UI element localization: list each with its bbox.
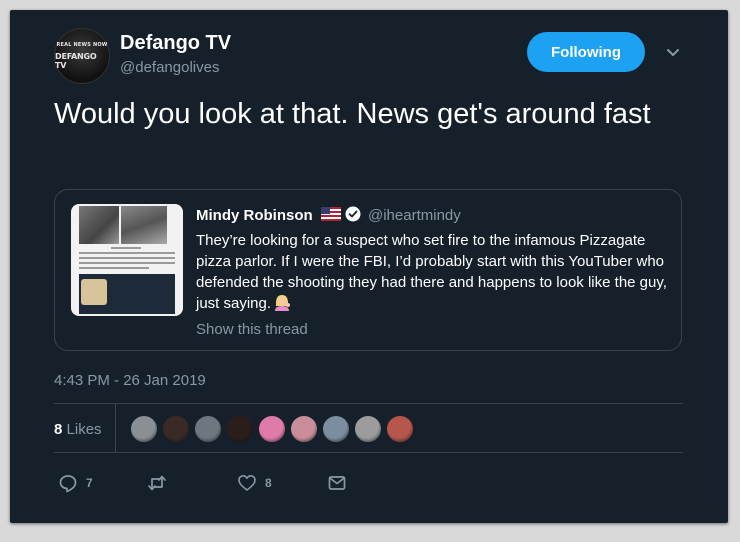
verified-badge-icon — [345, 206, 361, 222]
likes-count[interactable]: 8 Likes — [54, 421, 102, 438]
liker-avatar[interactable] — [290, 415, 318, 443]
liker-avatar[interactable] — [322, 415, 350, 443]
avatar-main-text: DEFANGO TV — [55, 52, 97, 70]
us-flag-icon — [321, 207, 341, 221]
mail-icon — [328, 476, 346, 490]
quoted-tweet[interactable]: Mindy Robinson @iheartmindy They’re look… — [54, 189, 682, 351]
retweet-icon — [148, 475, 166, 491]
like-action[interactable]: 8 — [237, 473, 272, 493]
quoted-tweet-image[interactable] — [71, 204, 183, 316]
tweet-text: Would you look at that. News get's aroun… — [54, 98, 651, 130]
likes-number: 8 — [54, 421, 63, 438]
thumbnail-text-line — [111, 247, 141, 249]
thumbnail-text-line — [79, 257, 175, 259]
thumbnail-text-line — [79, 267, 149, 269]
woman-tipping-hand-emoji — [275, 295, 291, 311]
liker-avatar[interactable] — [354, 415, 382, 443]
quoted-author-handle[interactable]: @iheartmindy — [368, 207, 461, 224]
thumbnail-text-line — [79, 262, 175, 264]
liker-avatar[interactable] — [194, 415, 222, 443]
quoted-author-name[interactable]: Mindy Robinson — [196, 207, 313, 224]
divider — [54, 452, 683, 453]
reply-count: 7 — [86, 476, 93, 490]
author-handle[interactable]: @defangolives — [120, 59, 219, 76]
author-avatar[interactable]: REAL NEWS NOW DEFANGO TV — [54, 28, 110, 84]
tweet-card: REAL NEWS NOW DEFANGO TV Defango TV @def… — [10, 10, 728, 523]
following-button[interactable]: Following — [527, 32, 645, 72]
reply-icon — [59, 475, 77, 493]
likes-separator — [115, 404, 116, 452]
quoted-tweet-text: They’re looking for a suspect who set fi… — [196, 232, 667, 312]
heart-icon — [238, 475, 256, 491]
thumbnail-photo — [79, 206, 119, 244]
message-action[interactable] — [327, 473, 355, 493]
quoted-tweet-text-block: They’re looking for a suspect who set fi… — [196, 230, 676, 314]
liker-avatar[interactable] — [258, 415, 286, 443]
liker-avatar[interactable] — [130, 415, 158, 443]
liker-avatar[interactable] — [162, 415, 190, 443]
like-count: 8 — [265, 476, 272, 490]
show-thread-link[interactable]: Show this thread — [196, 321, 308, 338]
reply-action[interactable]: 7 — [58, 473, 93, 493]
liker-avatar[interactable] — [386, 415, 414, 443]
author-name[interactable]: Defango TV — [120, 32, 231, 55]
likes-label: Likes — [66, 421, 102, 438]
tweet-timestamp[interactable]: 4:43 PM - 26 Jan 2019 — [54, 372, 206, 389]
liker-avatar[interactable] — [226, 415, 254, 443]
avatar-top-text: REAL NEWS NOW — [56, 42, 108, 48]
thumbnail-photo — [121, 206, 167, 244]
divider — [54, 403, 683, 404]
thumbnail-face — [81, 279, 107, 305]
thumbnail-text-line — [79, 252, 175, 254]
retweet-action[interactable] — [147, 473, 175, 493]
chevron-down-icon[interactable] — [665, 44, 681, 60]
